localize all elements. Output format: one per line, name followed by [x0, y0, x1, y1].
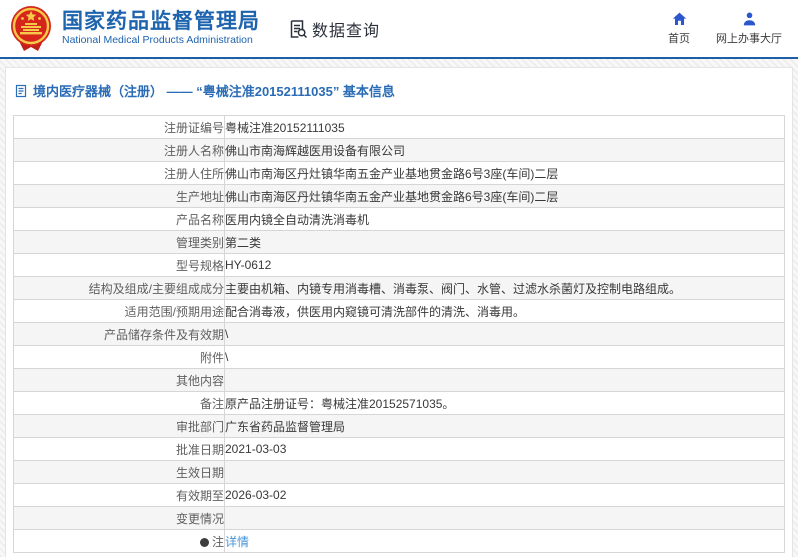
- row-label: 备注: [13, 391, 225, 415]
- nav-item-label: 网上办事大厅: [716, 33, 782, 45]
- site-title: 国家药品监督管理局: [62, 10, 260, 33]
- row-value: [224, 368, 785, 392]
- table-row: 变更情况: [13, 506, 785, 530]
- table-row: 产品储存条件及有效期 \: [13, 322, 785, 346]
- info-table: 注册证编号 粤械注准20152111035 注册人名称 佛山市南海辉越医用设备有…: [13, 115, 785, 553]
- row-value: [224, 506, 785, 530]
- table-row: 注册人住所 佛山市南海区丹灶镇华南五金产业基地贯金路6号3座(车间)二层: [13, 161, 785, 185]
- row-label: 管理类别: [13, 230, 225, 254]
- row-value: 配合消毒液，供医用内窥镜可清洗部件的清洗、消毒用。: [224, 299, 785, 323]
- table-row: 批准日期 2021-03-03: [13, 437, 785, 461]
- document-icon: [15, 84, 27, 97]
- row-value: 原产品注册证号：粤械注准20152571035。: [224, 391, 785, 415]
- row-label: 结构及组成/主要组成成分: [13, 276, 225, 300]
- national-emblem-icon: [11, 5, 51, 51]
- row-label: 适用范围/预期用途: [13, 299, 225, 323]
- user-icon: [743, 12, 755, 26]
- row-label: 附件: [13, 345, 225, 369]
- row-value: 佛山市南海区丹灶镇华南五金产业基地贯金路6号3座(车间)二层: [224, 161, 785, 185]
- row-value: 医用内镜全自动清洗消毒机: [224, 207, 785, 231]
- site-logo: 国家药品监督管理局 National Medical Products Admi…: [8, 5, 260, 53]
- row-label: 其他内容: [13, 368, 225, 392]
- row-value: 详情: [224, 529, 785, 553]
- nav-item-service-hall[interactable]: 网上办事大厅: [716, 11, 782, 46]
- table-row: 注 详情: [13, 529, 785, 553]
- info-table-body: 注册证编号 粤械注准20152111035 注册人名称 佛山市南海辉越医用设备有…: [13, 115, 785, 553]
- row-value: 佛山市南海辉越医用设备有限公司: [224, 138, 785, 162]
- row-value: 粤械注准20152111035: [224, 115, 785, 139]
- table-row: 有效期至 2026-03-02: [13, 483, 785, 507]
- table-row: 管理类别 第二类: [13, 230, 785, 254]
- row-label: 生产地址: [13, 184, 225, 208]
- table-row: 生效日期: [13, 460, 785, 484]
- row-value: 佛山市南海区丹灶镇华南五金产业基地贯金路6号3座(车间)二层: [224, 184, 785, 208]
- table-row: 适用范围/预期用途 配合消毒液，供医用内窥镜可清洗部件的清洗、消毒用。: [13, 299, 785, 323]
- row-value: 2026-03-02: [224, 483, 785, 507]
- row-value: HY-0612: [224, 253, 785, 277]
- row-label: 有效期至: [13, 483, 225, 507]
- row-label: 生效日期: [13, 460, 225, 484]
- table-row: 型号规格 HY-0612: [13, 253, 785, 277]
- site-subtitle: National Medical Products Administration: [62, 34, 253, 46]
- table-row: 注册人名称 佛山市南海辉越医用设备有限公司: [13, 138, 785, 162]
- row-label: 型号规格: [13, 253, 225, 277]
- detail-link[interactable]: 详情: [226, 535, 250, 549]
- row-value: \: [224, 322, 785, 346]
- row-label: 产品名称: [13, 207, 225, 231]
- note-icon: [199, 537, 209, 547]
- row-value: 广东省药品监督管理局: [224, 414, 785, 438]
- site-title-block: 国家药品监督管理局 National Medical Products Admi…: [62, 10, 260, 47]
- table-row: 生产地址 佛山市南海区丹灶镇华南五金产业基地贯金路6号3座(车间)二层: [13, 184, 785, 208]
- row-label: 注册人住所: [13, 161, 225, 185]
- row-label: 审批部门: [13, 414, 225, 438]
- row-value: [224, 460, 785, 484]
- data-query-label: 数据查询: [312, 22, 381, 40]
- main-content: 境内医疗器械（注册） —— “粤械注准20152111035” 基本信息 注册证…: [5, 67, 793, 557]
- table-row: 注册证编号 粤械注准20152111035: [13, 115, 785, 139]
- data-query-nav[interactable]: 数据查询: [288, 17, 380, 41]
- table-row: 其他内容: [13, 368, 785, 392]
- nav-item-label: 首页: [668, 33, 690, 45]
- breadcrumb: 境内医疗器械（注册） —— “粤械注准20152111035” 基本信息: [6, 68, 792, 100]
- table-row: 备注 原产品注册证号：粤械注准20152571035。: [13, 391, 785, 415]
- row-label: 注: [13, 529, 225, 553]
- row-label: 产品储存条件及有效期: [13, 322, 225, 346]
- row-value: 2021-03-03: [224, 437, 785, 461]
- row-label: 注册证编号: [13, 115, 225, 139]
- table-row: 审批部门 广东省药品监督管理局: [13, 414, 785, 438]
- table-row: 附件 \: [13, 345, 785, 369]
- row-label: 注册人名称: [13, 138, 225, 162]
- row-value: \: [224, 345, 785, 369]
- row-value: 主要由机箱、内镜专用消毒槽、消毒泵、阀门、水管、过滤水杀菌灯及控制电路组成。: [224, 276, 785, 300]
- row-label: 批准日期: [13, 437, 225, 461]
- row-label: 变更情况: [13, 506, 225, 530]
- table-row: 产品名称 医用内镜全自动清洗消毒机: [13, 207, 785, 231]
- table-row: 结构及组成/主要组成成分 主要由机箱、内镜专用消毒槽、消毒泵、阀门、水管、过滤水…: [13, 276, 785, 300]
- site-header: 国家药品监督管理局 National Medical Products Admi…: [0, 0, 798, 59]
- document-search-icon: [290, 19, 308, 38]
- row-value: 第二类: [224, 230, 785, 254]
- nav-item-home[interactable]: 首页: [668, 11, 690, 46]
- header-nav: 首页 网上办事大厅: [668, 11, 782, 46]
- home-icon: [672, 12, 686, 25]
- breadcrumb-text: 境内医疗器械（注册） —— “粤械注准20152111035” 基本信息: [33, 84, 395, 99]
